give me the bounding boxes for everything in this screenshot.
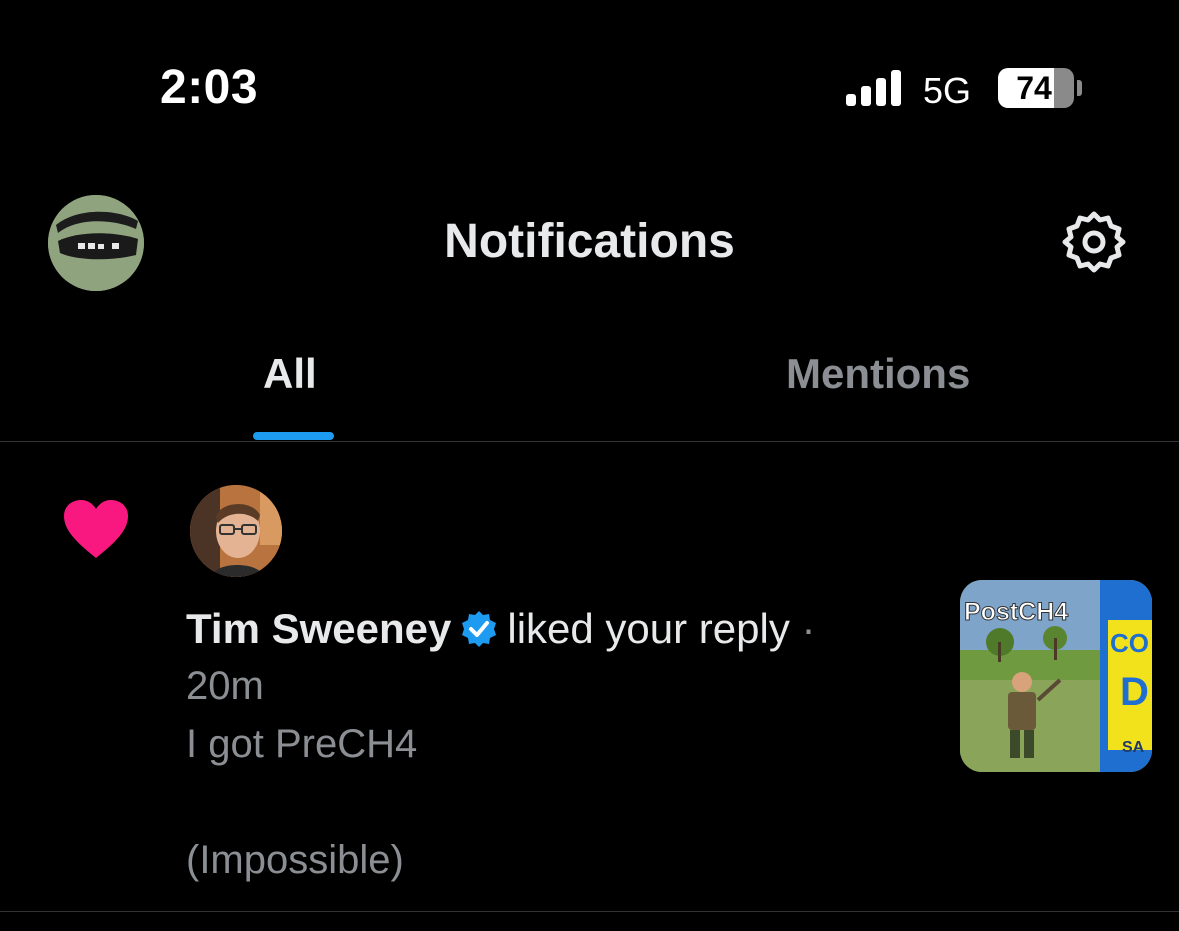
svg-text:D: D xyxy=(1120,670,1149,714)
post-text-line2: (Impossible) xyxy=(186,838,404,882)
active-tab-indicator xyxy=(253,432,334,440)
battery-level: 74 xyxy=(1016,70,1052,106)
notification-action: liked your reply xyxy=(507,605,790,652)
battery-icon: 74 xyxy=(998,68,1074,108)
svg-text:CO: CO xyxy=(1110,628,1149,658)
notification-divider xyxy=(0,911,1179,912)
network-label: 5G xyxy=(923,70,972,111)
signal-icon xyxy=(846,70,906,106)
user-avatar[interactable] xyxy=(190,485,282,577)
notifications-screen: 2:03 5G 74 Notifications All Mentions Ti… xyxy=(0,0,1179,931)
tabs-divider xyxy=(0,441,1179,442)
gear-icon[interactable] xyxy=(1060,208,1128,276)
media-thumbnail[interactable]: CO D SA PostCH4 xyxy=(960,580,1152,772)
notification-time: 20m xyxy=(186,664,264,708)
tab-mentions[interactable]: Mentions xyxy=(786,350,970,398)
page-title: Notifications xyxy=(444,215,735,268)
post-text-line1: I got PreCH4 xyxy=(186,722,418,766)
svg-text:SA: SA xyxy=(1122,739,1145,756)
heart-icon xyxy=(62,498,130,560)
notification-headline: Tim Sweeney liked your reply · xyxy=(186,605,816,653)
separator-dot: · xyxy=(801,605,816,652)
user-name[interactable]: Tim Sweeney xyxy=(186,605,451,652)
tab-all[interactable]: All xyxy=(263,350,317,398)
battery-cap xyxy=(1077,80,1082,96)
thumbnail-caption: PostCH4 xyxy=(963,598,1069,627)
status-time: 2:03 xyxy=(160,61,259,114)
verified-badge-icon xyxy=(459,609,499,649)
